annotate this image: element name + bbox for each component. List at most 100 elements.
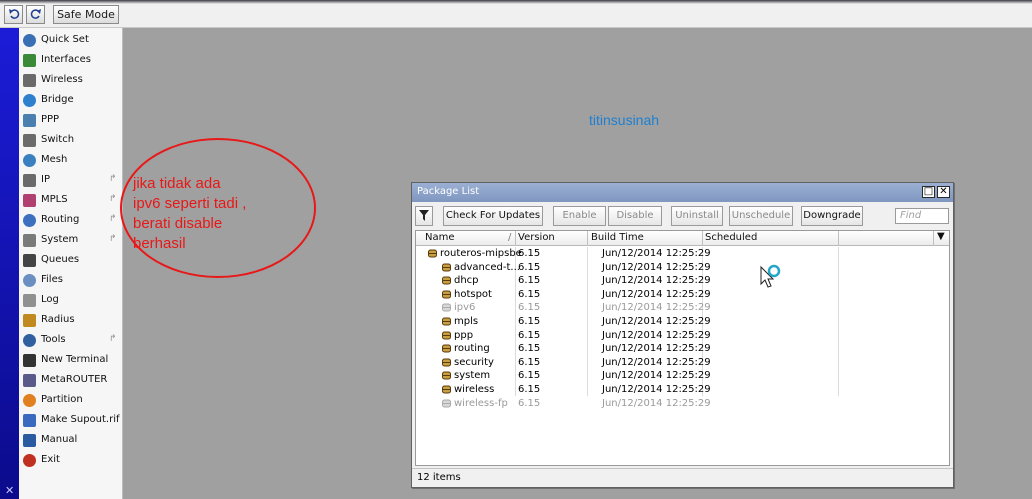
- package-icon: [442, 263, 451, 272]
- sidebar-item-label: Manual: [41, 434, 78, 445]
- check-for-updates-button[interactable]: Check For Updates: [443, 206, 543, 226]
- table-row[interactable]: mpls 6.15 Jun/12/2014 12:25:29: [416, 315, 949, 328]
- sidebar-item-ip[interactable]: IP ↱: [19, 170, 123, 190]
- tools-icon: [23, 334, 36, 347]
- cell-version: 6.15: [518, 356, 541, 368]
- cell-name: wireless-fp: [454, 397, 508, 409]
- sidebar-item-switch[interactable]: Switch: [19, 130, 123, 150]
- cell-name: routing: [454, 343, 490, 355]
- undo-button[interactable]: [4, 5, 23, 24]
- close-icon[interactable]: ✕: [5, 484, 14, 497]
- sidebar-item-partition[interactable]: Partition: [19, 390, 123, 410]
- cell-version: 6.15: [518, 261, 541, 273]
- sidebar-item-new-terminal[interactable]: New Terminal: [19, 350, 123, 370]
- submenu-arrow-icon: ↱: [109, 174, 117, 184]
- table-row[interactable]: dhcp 6.15 Jun/12/2014 12:25:29: [416, 274, 949, 287]
- cell-name: wireless: [454, 384, 495, 395]
- package-toolbar: Check For Updates Enable Disable Uninsta…: [412, 203, 953, 229]
- table-row[interactable]: advanced-t... 6.15 Jun/12/2014 12:25:29: [416, 261, 949, 274]
- close-icon[interactable]: ✕: [937, 186, 950, 198]
- sidebar-item-label: New Terminal: [41, 354, 109, 365]
- column-header-name[interactable]: Name: [425, 232, 455, 244]
- sidebar-item-label: Partition: [41, 394, 83, 405]
- cell-build: Jun/12/2014 12:25:29: [602, 397, 711, 409]
- disable-button[interactable]: Disable: [608, 206, 662, 226]
- help-icon: [23, 434, 36, 447]
- sidebar-item-interfaces[interactable]: Interfaces: [19, 50, 123, 70]
- column-divider: [702, 231, 703, 246]
- table-header: Name / Version Build Time Scheduled ▼: [416, 231, 949, 246]
- cell-build: Jun/12/2014 12:25:29: [602, 288, 711, 300]
- maximize-icon[interactable]: □: [922, 186, 935, 198]
- sidebar-item-exit[interactable]: Exit: [19, 450, 123, 470]
- sidebar-item-queues[interactable]: Queues: [19, 250, 123, 270]
- table-row[interactable]: system 6.15 Jun/12/2014 12:25:29: [416, 369, 949, 382]
- magic-wand-icon: [23, 34, 36, 47]
- terminal-icon: [23, 354, 36, 367]
- routing-icon: [23, 214, 36, 227]
- sidebar-item-make-supout-rif[interactable]: Make Supout.rif: [19, 410, 123, 430]
- cell-build: Jun/12/2014 12:25:29: [602, 343, 711, 355]
- package-icon: [442, 385, 451, 394]
- table-row[interactable]: wireless 6.15 Jun/12/2014 12:25:29: [416, 383, 949, 396]
- sidebar-item-system[interactable]: System ↱: [19, 230, 123, 250]
- table-row[interactable]: hotspot 6.15 Jun/12/2014 12:25:29: [416, 288, 949, 301]
- package-icon: [442, 371, 451, 380]
- sidebar-item-label: Queues: [41, 254, 80, 265]
- sidebar-item-log[interactable]: Log: [19, 290, 123, 310]
- table-row[interactable]: routing 6.15 Jun/12/2014 12:25:29: [416, 342, 949, 355]
- window-title: Package List: [417, 186, 480, 197]
- sidebar-item-bridge[interactable]: Bridge: [19, 90, 123, 110]
- sidebar-item-label: Switch: [41, 134, 75, 145]
- cell-name: dhcp: [454, 275, 479, 287]
- top-toolbar: Safe Mode: [0, 0, 1032, 28]
- sidebar-item-label: Radius: [41, 314, 75, 325]
- metarouter-icon: [23, 374, 36, 387]
- find-input[interactable]: Find: [895, 208, 949, 224]
- mpls-icon: [23, 194, 36, 207]
- safe-mode-button[interactable]: Safe Mode: [53, 5, 119, 24]
- unschedule-button[interactable]: Unschedule: [729, 206, 793, 226]
- cell-build: Jun/12/2014 12:25:29: [602, 329, 711, 341]
- window-title-bar[interactable]: Package List □ ✕: [412, 183, 953, 202]
- document-icon: [23, 414, 36, 427]
- antenna-icon: [23, 74, 36, 87]
- column-menu-icon[interactable]: ▼: [937, 231, 945, 243]
- sidebar-item-mesh[interactable]: Mesh: [19, 150, 123, 170]
- cell-build: Jun/12/2014 12:25:29: [602, 356, 711, 368]
- column-header-build-time[interactable]: Build Time: [591, 232, 644, 244]
- downgrade-button[interactable]: Downgrade: [801, 206, 863, 226]
- sidebar-item-label: Bridge: [41, 94, 74, 105]
- queues-icon: [23, 254, 36, 267]
- column-header-version[interactable]: Version: [518, 232, 555, 244]
- sidebar-item-mpls[interactable]: MPLS ↱: [19, 190, 123, 210]
- cell-version: 6.15: [518, 288, 541, 300]
- sidebar-item-routing[interactable]: Routing ↱: [19, 210, 123, 230]
- uninstall-button[interactable]: Uninstall: [671, 206, 723, 226]
- table-row[interactable]: routeros-mipsbe 6.15 Jun/12/2014 12:25:29: [416, 247, 949, 260]
- cell-name: system: [454, 370, 491, 382]
- enable-button[interactable]: Enable: [553, 206, 606, 226]
- sidebar-item-tools[interactable]: Tools ↱: [19, 330, 123, 350]
- sidebar-item-label: Exit: [41, 454, 60, 465]
- sidebar-item-ppp[interactable]: PPP: [19, 110, 123, 130]
- cell-name: mpls: [454, 316, 479, 327]
- cell-name: hotspot: [454, 288, 492, 300]
- cell-version: 6.15: [518, 397, 541, 409]
- sidebar-item-radius[interactable]: Radius: [19, 310, 123, 330]
- sidebar-item-quick-set[interactable]: Quick Set: [19, 30, 123, 50]
- table-row[interactable]: security 6.15 Jun/12/2014 12:25:29: [416, 356, 949, 369]
- gear-icon: [23, 234, 36, 247]
- redo-button[interactable]: [26, 5, 45, 24]
- filter-button[interactable]: [415, 206, 433, 226]
- column-divider: [515, 231, 516, 246]
- column-header-scheduled[interactable]: Scheduled: [705, 232, 757, 244]
- sidebar-item-manual[interactable]: Manual: [19, 430, 123, 450]
- sidebar-item-wireless[interactable]: Wireless: [19, 70, 123, 90]
- cell-name: ipv6: [454, 302, 476, 314]
- table-row[interactable]: wireless-fp 6.15 Jun/12/2014 12:25:29: [416, 397, 949, 410]
- sidebar-item-metarouter[interactable]: MetaROUTER: [19, 370, 123, 390]
- table-row[interactable]: ppp 6.15 Jun/12/2014 12:25:29: [416, 329, 949, 342]
- sidebar-item-files[interactable]: Files: [19, 270, 123, 290]
- table-row[interactable]: ipv6 6.15 Jun/12/2014 12:25:29: [416, 301, 949, 314]
